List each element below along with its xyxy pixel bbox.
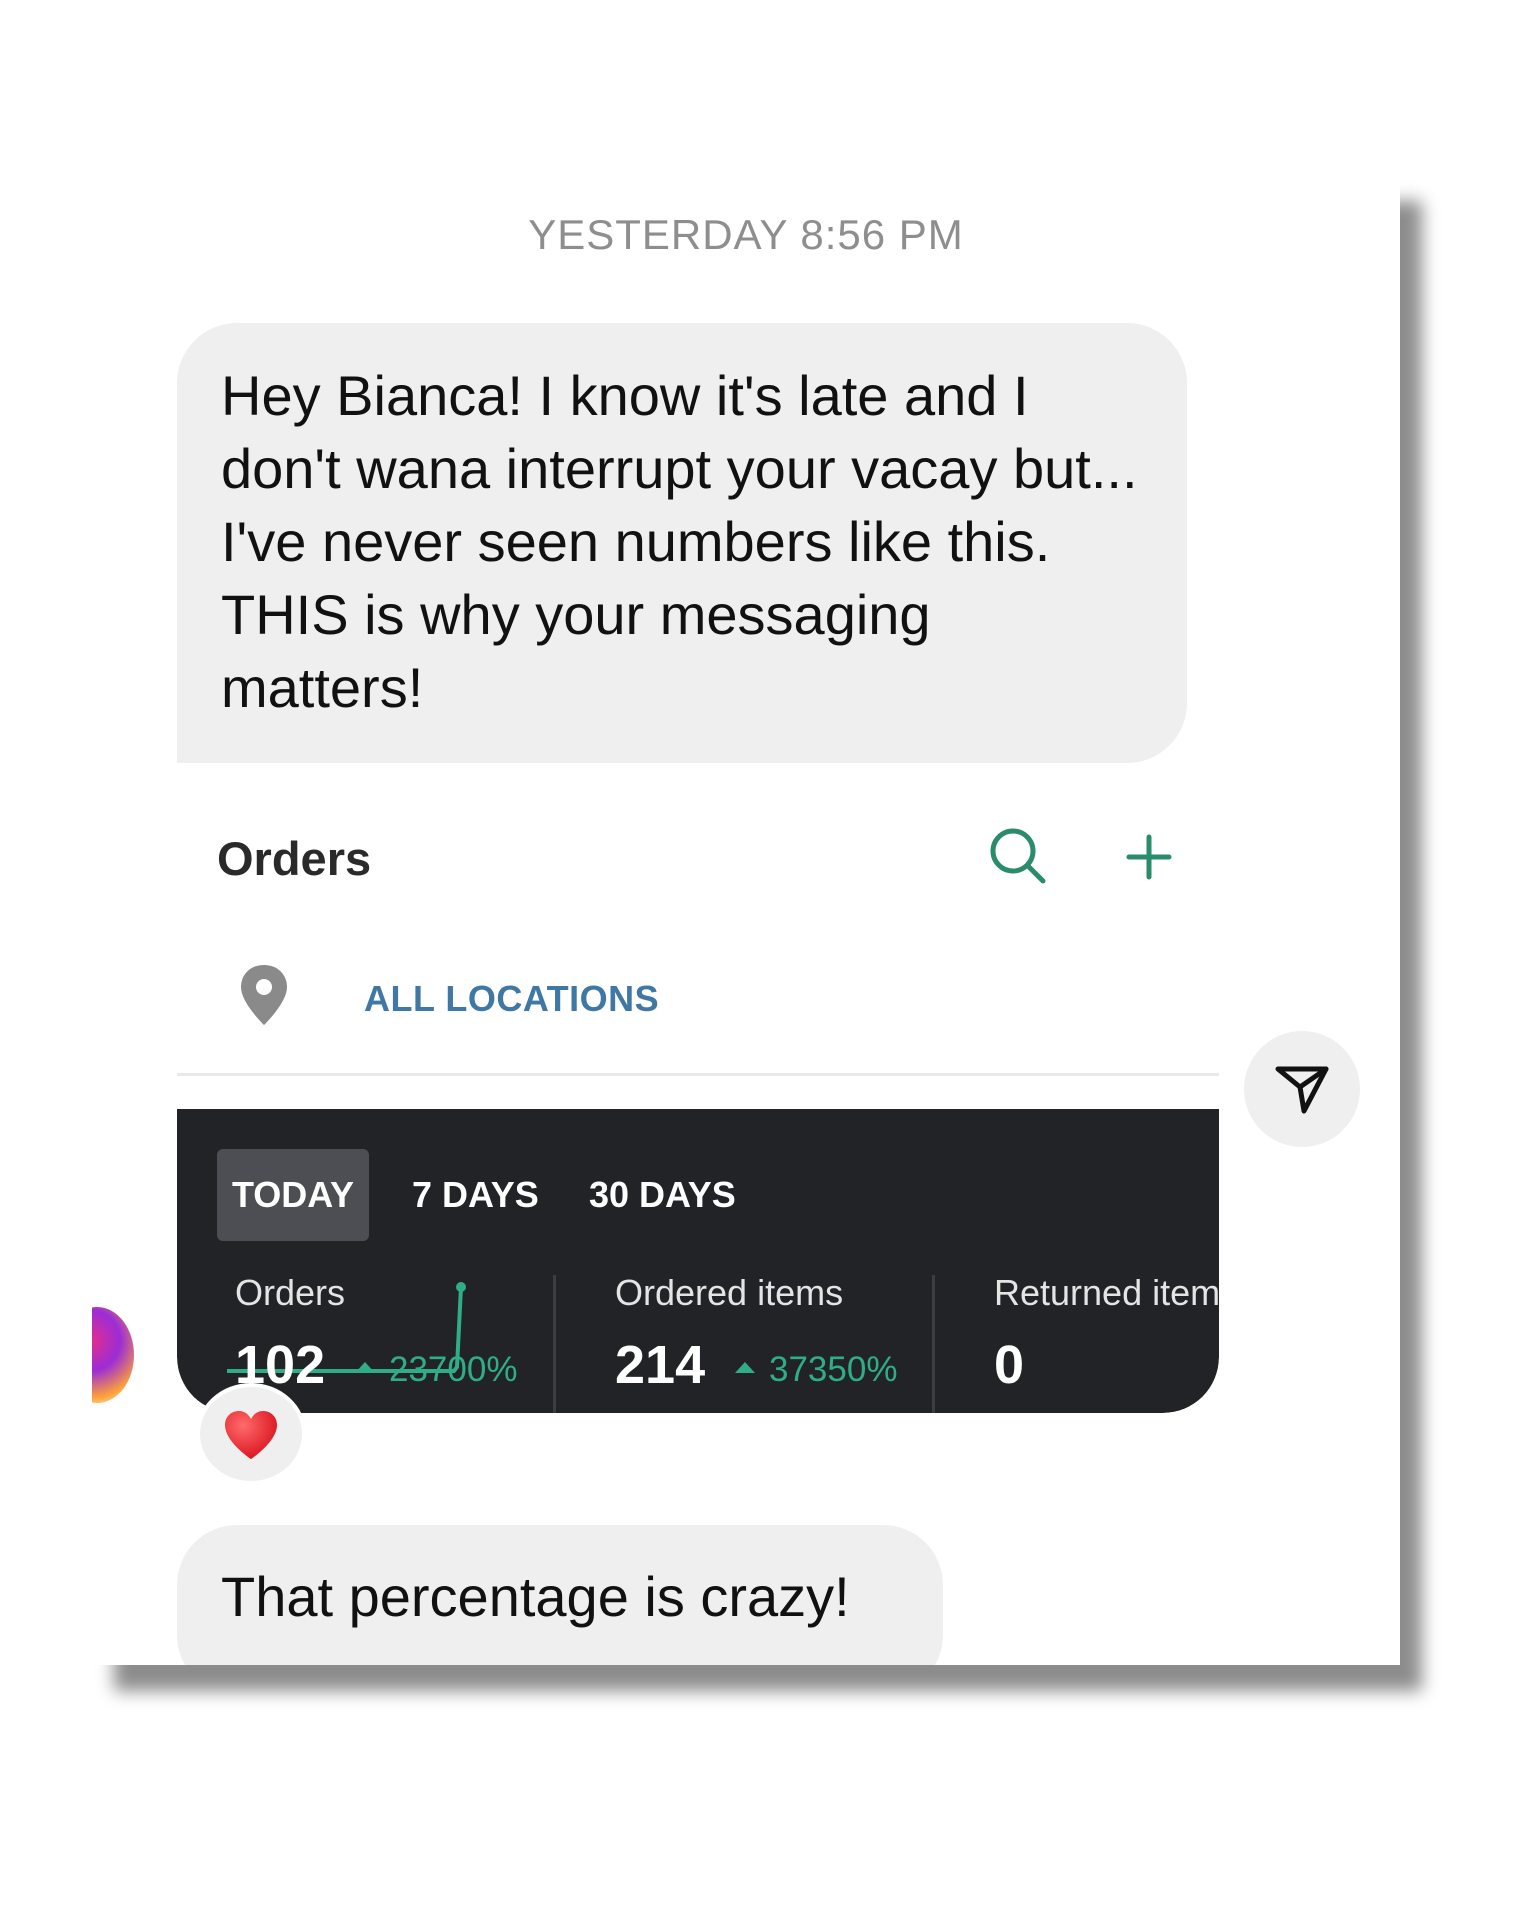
stat-change: 37350% xyxy=(735,1350,897,1390)
stat-ordered-items: Ordered items 214 37350% xyxy=(615,1272,897,1395)
divider xyxy=(553,1275,556,1413)
send-icon xyxy=(1275,1066,1329,1114)
share-button[interactable] xyxy=(1244,1031,1360,1147)
divider xyxy=(932,1275,935,1413)
avatar[interactable] xyxy=(92,1307,134,1403)
stat-orders: Orders 102 23700% xyxy=(235,1272,517,1395)
stat-label: Ordered items xyxy=(615,1272,844,1313)
stat-label: Returned item xyxy=(994,1272,1219,1313)
message-reaction[interactable] xyxy=(196,1383,306,1485)
shared-screenshot-attachment[interactable]: Orders ALL LOCATIONS TODAY 7 DAYS 30 DAY… xyxy=(177,793,1219,1413)
location-filter: ALL LOCATIONS xyxy=(364,978,660,1019)
stat-value: 0 xyxy=(994,1335,1025,1395)
received-message-bubble[interactable]: That percentage is crazy! xyxy=(177,1525,943,1665)
orders-title: Orders xyxy=(217,832,372,885)
plus-icon xyxy=(1107,815,1191,899)
location-pin-icon xyxy=(237,963,291,1029)
search-icon xyxy=(977,815,1061,899)
received-message-bubble[interactable]: Hey Bianca! I know it's late and I don't… xyxy=(177,323,1187,763)
divider xyxy=(177,1073,1219,1076)
tab-30-days: 30 DAYS xyxy=(589,1174,736,1215)
stat-value: 214 xyxy=(615,1335,706,1395)
stat-label: Orders xyxy=(235,1272,346,1313)
stat-returned-items: Returned item 0 xyxy=(994,1272,1219,1395)
stat-change: 23700% xyxy=(355,1350,517,1390)
orders-stats-panel: TODAY 7 DAYS 30 DAYS Orders 102 23700% O… xyxy=(177,1109,1219,1413)
message-timestamp: YESTERDAY 8:56 PM xyxy=(528,211,964,258)
heart-emoji xyxy=(225,1411,277,1459)
message-thread: YESTERDAY 8:56 PM Hey Bianca! I know it'… xyxy=(92,175,1400,1665)
